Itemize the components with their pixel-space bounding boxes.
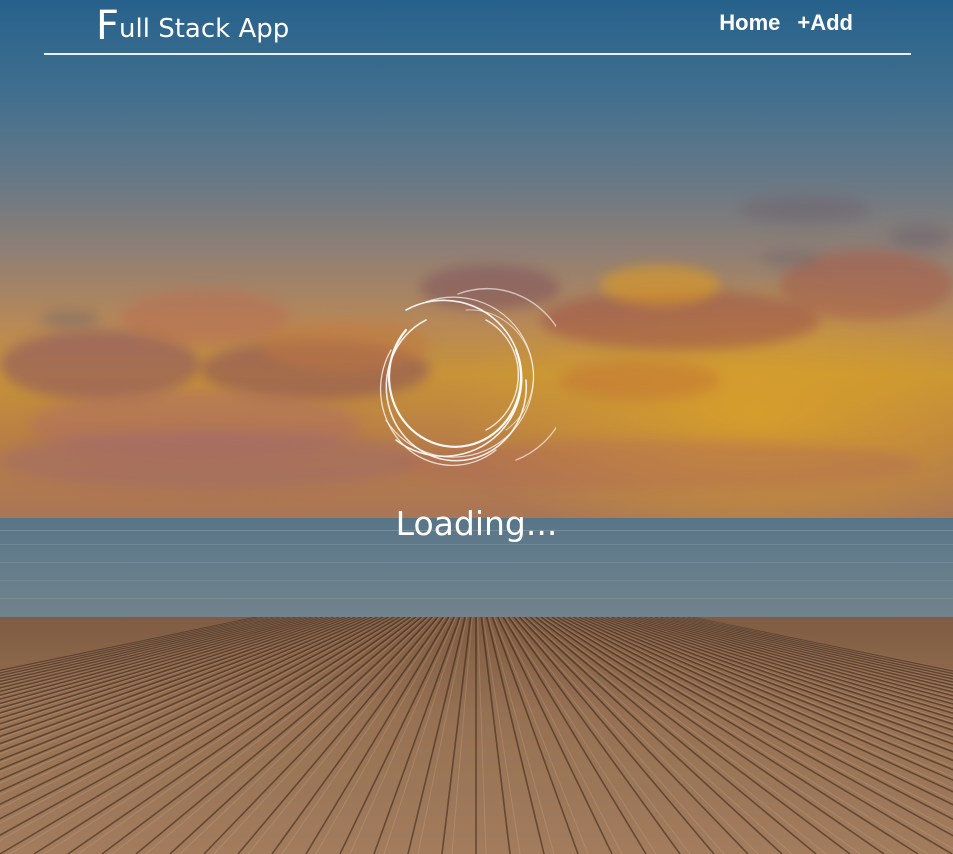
- spinner-icon: [366, 280, 573, 480]
- brand-rest: ull Stack App: [119, 14, 290, 44]
- app-brand[interactable]: Full Stack App: [96, 2, 289, 53]
- navbar: Full Stack App Home +Add: [44, 0, 911, 55]
- nav-links: Home +Add: [719, 10, 853, 36]
- nav-home-link[interactable]: Home: [719, 10, 780, 36]
- nav-add-link[interactable]: +Add: [797, 10, 853, 36]
- brand-first-letter: F: [96, 3, 120, 49]
- loading-text: Loading...: [395, 504, 558, 543]
- app-root: Full Stack App Home +Add Loading...: [0, 0, 953, 854]
